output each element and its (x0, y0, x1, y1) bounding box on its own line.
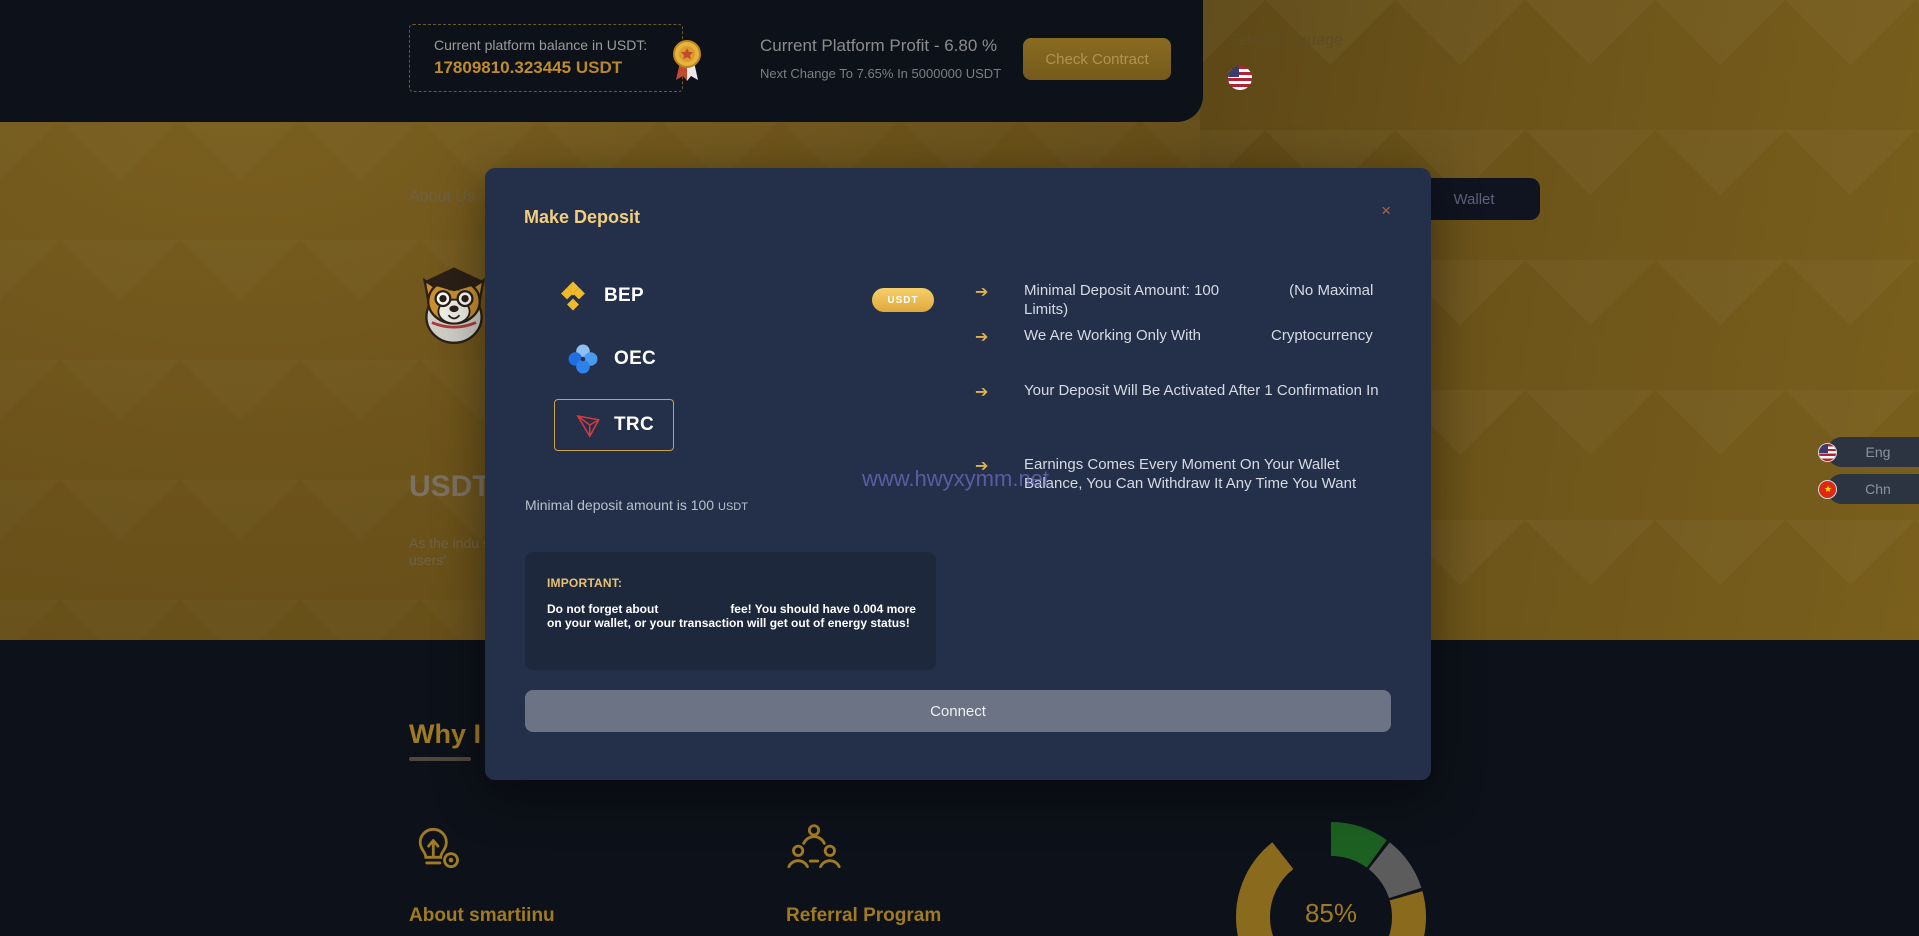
important-body-before: Do not forget about (547, 602, 659, 616)
info-row-4-text: Earnings Comes Every Moment On Your Wall… (1024, 456, 1357, 492)
arrow-right-icon: ➔ (975, 384, 989, 401)
info-row-2-after: Cryptocurrency (1271, 327, 1373, 344)
minimal-deposit-note-unit: USDT (718, 501, 748, 513)
okx-icon (568, 344, 598, 374)
info-row-4: ➔ Earnings Comes Every Moment On Your Wa… (975, 455, 1375, 493)
info-row-2-text: We Are Working Only With Cryptocurrency (1024, 326, 1373, 345)
info-row-1-text: Minimal Deposit Amount: 100 (No Maximal L… (1024, 281, 1405, 319)
chain-option-trc[interactable]: TRC (554, 399, 674, 451)
important-notice-box: IMPORTANT: Do not forget about fee! You s… (525, 552, 936, 670)
binance-icon (561, 281, 585, 311)
minimal-deposit-note-text: Minimal deposit amount is 100 (525, 497, 715, 513)
info-row-2: ➔ We Are Working Only With Cryptocurrency (975, 326, 1405, 347)
info-row-1: ➔ Minimal Deposit Amount: 100 (No Maximal… (975, 281, 1405, 319)
info-row-3-text: Your Deposit Will Be Activated After 1 C… (1024, 382, 1379, 399)
chain-option-bep-label: BEP (604, 285, 644, 306)
make-deposit-modal: Make Deposit × BEP OEC TRC Minimal depos… (485, 168, 1431, 780)
arrow-right-icon: ➔ (975, 458, 989, 475)
chain-option-oec-label: OEC (614, 348, 657, 369)
info-row-3: ➔ Your Deposit Will Be Activated After 1… (975, 381, 1405, 402)
arrow-right-icon: ➔ (975, 329, 989, 346)
app-root: USDT I As the indu s designed to and sta… (0, 0, 1919, 936)
arrow-right-icon: ➔ (975, 284, 989, 301)
important-notice-title: IMPORTANT: (547, 576, 623, 590)
chain-option-bep[interactable]: BEP (556, 279, 644, 313)
modal-title: Make Deposit (524, 207, 641, 227)
info-row-2-before: We Are Working Only With (1024, 327, 1201, 344)
info-row-1-before: Minimal Deposit Amount: 100 (1024, 282, 1220, 299)
minimal-deposit-note: Minimal deposit amount is 100 USDT (525, 497, 748, 513)
tron-icon (576, 414, 600, 438)
usdt-badge: USDT (872, 288, 934, 312)
important-notice-body: Do not forget about fee! You should have … (547, 602, 917, 630)
chain-option-oec[interactable]: OEC (566, 342, 656, 376)
close-icon[interactable]: × (1381, 202, 1391, 219)
chain-option-trc-label: TRC (614, 414, 654, 435)
connect-button[interactable]: Connect (525, 690, 1391, 732)
